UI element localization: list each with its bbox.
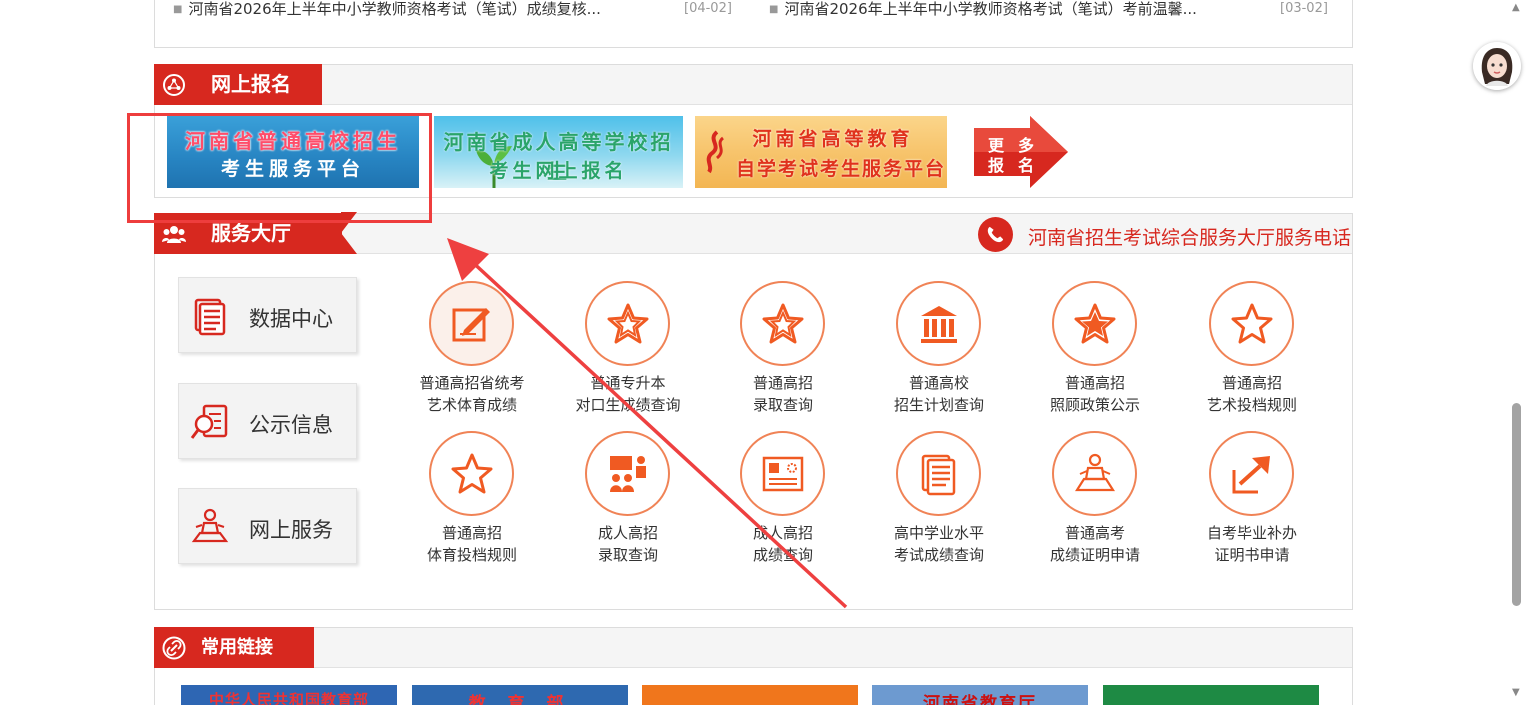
banner-line2: 自学考试考生服务平台 xyxy=(735,158,946,180)
service-label-line1: 普通高招 xyxy=(752,374,813,392)
side-button-label: 网上服务 xyxy=(249,518,333,542)
service-label-line1: 成人高招 xyxy=(597,524,658,542)
certificate-icon xyxy=(762,456,804,492)
hotline-label: 河南省招生考试综合服务大厅服务电话 xyxy=(1028,227,1352,249)
service-label-line1: 普通高招省统考 xyxy=(419,374,525,392)
banner-line2: 考生网上报名 xyxy=(489,160,628,182)
news-date: [03-02] xyxy=(1280,1,1328,16)
service-label-line1: 普通高招 xyxy=(1064,374,1125,392)
service-icon-circle xyxy=(429,431,514,516)
service-icon-circle xyxy=(740,431,825,516)
service-label-line1: 自考毕业补办 xyxy=(1206,524,1297,542)
star-outline-icon xyxy=(1231,303,1273,344)
service-label-line1: 普通高校 xyxy=(908,374,969,392)
service-icon-circle xyxy=(1052,281,1137,366)
service-label-line2: 成绩查询 xyxy=(752,546,813,564)
group-presentation-icon xyxy=(610,456,646,492)
news-title[interactable]: 河南省2026年上半年中小学教师资格考试（笔试）成绩复核... xyxy=(188,0,600,18)
service-label-line2: 录取查询 xyxy=(752,396,813,414)
data-center-button[interactable]: 数据中心 xyxy=(178,277,357,353)
scrollbar-thumb[interactable] xyxy=(1512,403,1521,606)
link-moe[interactable]: 教 育 部 xyxy=(412,685,628,705)
assistant-avatar[interactable] xyxy=(1473,42,1521,90)
service-icon-circle xyxy=(1052,431,1137,516)
side-button-label: 数据中心 xyxy=(249,307,333,331)
news-item[interactable]: ■ 河南省2026年上半年中小学教师资格考试（笔试）成绩复核... xyxy=(173,0,601,22)
document-stack-icon xyxy=(921,454,956,496)
banner-self-study-exam-platform[interactable]: 河南省高等教育 自学考试考生服务平台 xyxy=(695,116,947,188)
service-label-line2: 艺术投档规则 xyxy=(1206,396,1297,414)
service-label-line1: 高中学业水平 xyxy=(893,524,984,542)
document-stack-icon xyxy=(194,298,226,336)
people-group-icon xyxy=(162,226,186,243)
service-icon-circle xyxy=(585,281,670,366)
service-label-line2: 考试成绩查询 xyxy=(893,546,984,564)
star-filled-icon xyxy=(1074,303,1116,344)
service-icon-circle xyxy=(896,431,981,516)
magnifier-document-icon xyxy=(190,404,228,439)
star-outline-icon xyxy=(451,453,493,494)
network-icon xyxy=(163,74,185,96)
more-registration-button[interactable]: 更 多 报 名 xyxy=(970,116,1070,188)
service-icon-circle xyxy=(585,431,670,516)
link-icon xyxy=(162,636,186,660)
section-title: 网上报名 xyxy=(211,72,291,96)
highlight-box xyxy=(127,113,432,223)
edit-note-icon xyxy=(452,308,490,342)
service-icon-circle xyxy=(1209,281,1294,366)
service-label-line2: 对口生成绩查询 xyxy=(575,396,681,414)
news-date: [04-02] xyxy=(684,1,732,16)
export-arrow-icon xyxy=(1232,456,1270,494)
side-button-label: 公示信息 xyxy=(249,413,333,437)
news-item[interactable]: ■ 河南省2026年上半年中小学教师资格考试（笔试）考前温馨... xyxy=(769,0,1197,22)
service-label-line1: 普通高考 xyxy=(1064,524,1125,542)
section-header: 网上报名 xyxy=(154,64,1352,105)
service-label-line2: 成绩证明申请 xyxy=(1049,546,1140,564)
service-label-line2: 艺术体育成绩 xyxy=(426,396,517,414)
service-label-line1: 普通专升本 xyxy=(590,374,666,392)
link-logo-3[interactable] xyxy=(642,685,858,705)
section-header: 常用链接 xyxy=(154,627,1352,668)
service-label-line2: 照顾政策公示 xyxy=(1049,396,1140,414)
service-icon-circle xyxy=(1209,431,1294,516)
service-label-line2: 招生计划查询 xyxy=(893,396,984,414)
section-tab: 常用链接 xyxy=(154,627,314,668)
person-at-desk-icon xyxy=(1074,453,1116,492)
service-label-line1: 普通高招 xyxy=(441,524,502,542)
public-notice-button[interactable]: 公示信息 xyxy=(178,383,357,459)
star-outline-icon xyxy=(607,303,649,344)
service-label-line2: 证明书申请 xyxy=(1214,546,1290,564)
scroll-down-icon[interactable]: ▼ xyxy=(1512,687,1520,698)
building-columns-icon xyxy=(921,306,957,343)
service-label-line2: 录取查询 xyxy=(597,546,658,564)
banner-adult-admission-registration[interactable]: 河南省成人高等学校招生 考生网上报名 xyxy=(434,116,683,188)
star-outline-icon xyxy=(762,303,804,344)
banner-line1: 河南省高等教育 xyxy=(752,128,914,150)
service-label-line2: 体育投档规则 xyxy=(426,546,517,564)
person-at-desk-icon xyxy=(191,508,229,543)
link-henan-education-dept[interactable]: 河南省教育厅 xyxy=(872,685,1088,705)
phone-icon xyxy=(978,217,1013,252)
section-tab: 网上报名 xyxy=(154,64,322,105)
online-service-button[interactable]: 网上服务 xyxy=(178,488,357,564)
service-icon-circle xyxy=(429,281,514,366)
avatar-icon xyxy=(1473,42,1521,90)
news-title[interactable]: 河南省2026年上半年中小学教师资格考试（笔试）考前温馨... xyxy=(784,0,1196,18)
service-label-line1: 普通高招 xyxy=(1221,374,1282,392)
service-icon-circle xyxy=(896,281,981,366)
news-list: ■ 河南省2026年上半年中小学教师资格考试（笔试）成绩复核... [04-02]… xyxy=(154,0,1353,48)
section-title: 常用链接 xyxy=(201,637,273,658)
service-icon-circle xyxy=(740,281,825,366)
link-moe-portal[interactable]: 中华人民共和国教育部 xyxy=(181,685,397,705)
scroll-up-icon[interactable]: ▲ xyxy=(1512,2,1520,13)
service-label-line1: 成人高招 xyxy=(752,524,813,542)
link-logo-5[interactable] xyxy=(1103,685,1319,705)
